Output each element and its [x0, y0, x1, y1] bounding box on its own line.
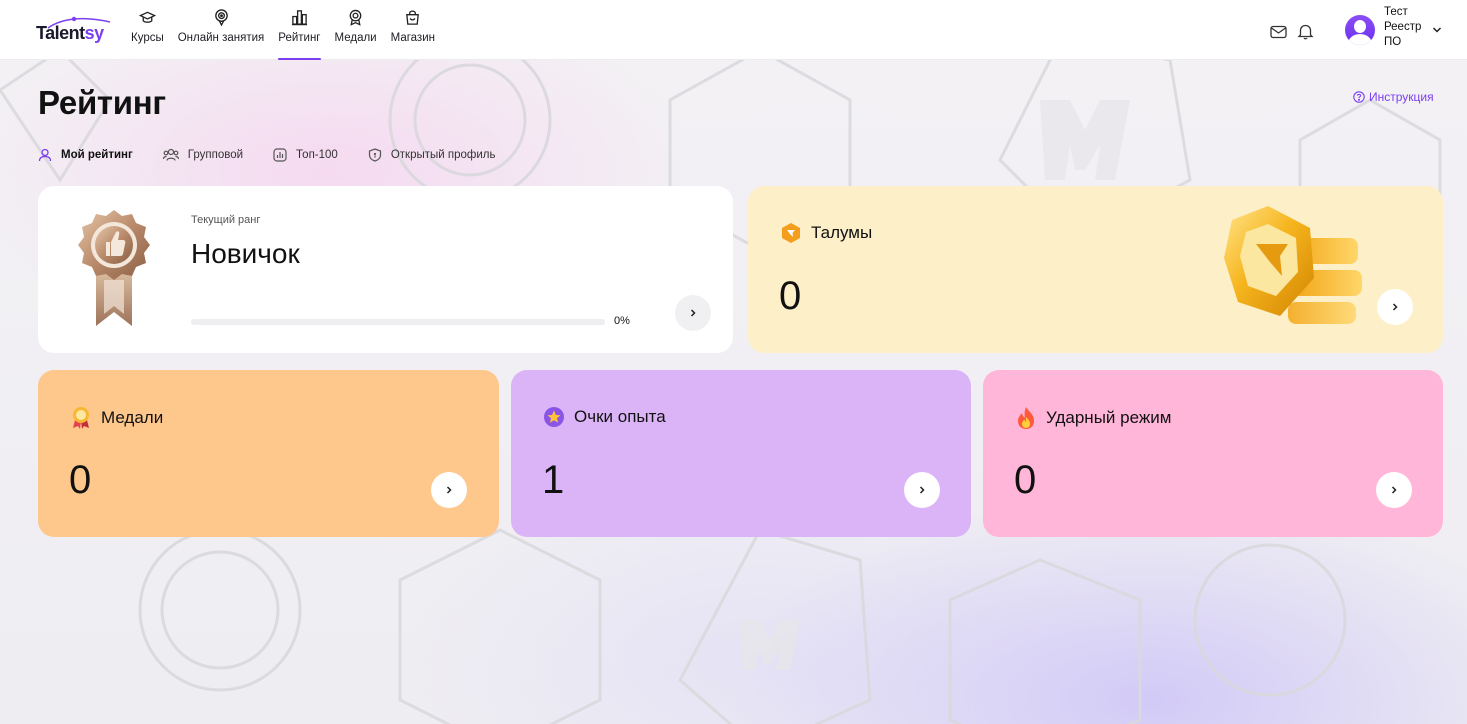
instruction-link[interactable]: Инструкция [1353, 89, 1434, 105]
nav-item-medals[interactable]: Медали [328, 0, 384, 60]
nav-item-online-classes[interactable]: Онлайн занятия [171, 0, 272, 60]
medal-title-text: Медали [101, 408, 164, 427]
streak-card: Ударный режим 0 [983, 370, 1443, 537]
chevron-right-icon [1392, 303, 1398, 311]
nav-item-courses[interactable]: Курсы [124, 0, 171, 60]
talum-title-text: Талумы [811, 223, 873, 242]
xp-value: 1 [542, 458, 565, 502]
medal-title: Медали [70, 406, 163, 430]
xp-details-button[interactable] [904, 472, 940, 508]
rank-value: Новичок [191, 238, 300, 269]
main-nav: Курсы Онлайн занятия Рейтинг Медали Мага… [124, 0, 442, 60]
medal-award-icon [73, 407, 89, 429]
shield-icon [368, 148, 381, 162]
tab-group[interactable]: Групповой [162, 148, 244, 162]
tab-label: Топ-100 [296, 149, 338, 161]
tab-label: Открытый профиль [390, 149, 496, 161]
shopping-bag-icon [406, 10, 420, 25]
medal-details-button[interactable] [431, 472, 467, 508]
users-icon [162, 148, 179, 161]
tab-my-rating[interactable]: Мой рейтинг [38, 148, 133, 162]
talum-card: Талумы 0 [748, 186, 1443, 353]
xp-title: Очки опыта [543, 406, 666, 428]
nav-label: Рейтинг [278, 32, 321, 44]
tab-label: Мой рейтинг [61, 149, 133, 161]
chevron-right-icon [446, 486, 452, 494]
streak-details-button[interactable] [1376, 472, 1412, 508]
broadcast-icon [214, 9, 228, 26]
avatar[interactable] [1345, 15, 1375, 45]
chart-icon [273, 148, 287, 162]
graduation-cap-icon [138, 11, 156, 23]
bell-icon[interactable] [1297, 23, 1314, 40]
streak-title-text: Ударный режим [1046, 408, 1172, 427]
talum-coin-icon [782, 223, 800, 243]
rating-tabs: Мой рейтинг Групповой Топ-100 Открытый п… [38, 146, 526, 164]
rank-label: Текущий ранг [191, 214, 261, 226]
chevron-right-icon [919, 486, 925, 494]
nav-label: Курсы [131, 32, 164, 44]
talum-coins-illustration [1224, 206, 1362, 324]
talentsy-logo[interactable]: Talentsy [36, 16, 116, 46]
page-title: Рейтинг [38, 84, 166, 121]
xp-title-text: Очки опыта [574, 407, 666, 426]
rank-progress-bar [191, 319, 605, 325]
rank-badge-icon [78, 210, 150, 326]
talum-title: Талумы [780, 222, 872, 244]
chevron-right-icon [1391, 486, 1397, 494]
nav-item-shop[interactable]: Магазин [384, 0, 442, 60]
medal-icon [349, 9, 362, 26]
nav-label: Медали [334, 32, 377, 44]
chevron-right-icon [690, 309, 696, 317]
streak-title: Ударный режим [1015, 406, 1171, 430]
medal-value: 0 [69, 458, 92, 502]
rank-card: Текущий ранг Новичок 0% [38, 186, 733, 353]
user-icon [38, 148, 52, 162]
medal-card: Медали 0 [38, 370, 499, 537]
nav-item-rating[interactable]: Рейтинг [271, 0, 327, 60]
user-name[interactable]: Тест Реестр ПО [1384, 5, 1438, 50]
nav-label: Магазин [390, 32, 435, 44]
chevron-down-icon[interactable] [1432, 26, 1442, 34]
xp-card: Очки опыта 1 [511, 370, 971, 537]
instruction-label: Инструкция [1369, 90, 1434, 104]
streak-value: 0 [1014, 458, 1037, 502]
talum-details-button[interactable] [1377, 289, 1413, 325]
rank-progress-label: 0% [614, 315, 630, 327]
help-circle-icon [1353, 91, 1365, 103]
talum-value: 0 [779, 274, 802, 318]
mail-icon[interactable] [1270, 25, 1287, 39]
logo-text: Talentsy [36, 23, 104, 43]
star-badge-icon [544, 407, 564, 427]
tab-top-100[interactable]: Топ-100 [273, 148, 338, 162]
nav-label: Онлайн занятия [177, 32, 265, 44]
bar-chart-icon [291, 10, 307, 26]
tab-open-profile[interactable]: Открытый профиль [368, 148, 496, 162]
tab-label: Групповой [187, 149, 244, 161]
top-header: Talentsy Курсы Онлайн занятия Рейтинг Ме… [0, 0, 1467, 60]
fire-icon [1018, 407, 1034, 429]
rank-details-button[interactable] [675, 295, 711, 331]
